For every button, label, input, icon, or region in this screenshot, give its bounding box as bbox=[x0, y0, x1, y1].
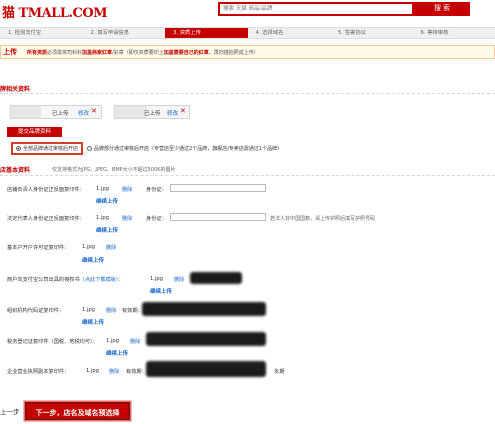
radio-icon[interactable] bbox=[16, 146, 21, 151]
field-label-business-license: 企业营业执照副本复印件： bbox=[7, 369, 70, 375]
delete-link[interactable]: 删除 bbox=[106, 244, 116, 251]
redacted-area bbox=[146, 332, 266, 346]
continue-upload-link[interactable]: 继续上传 bbox=[106, 349, 128, 357]
permanent-label: 永期 bbox=[274, 369, 285, 375]
upload-notice: 上传 所有资质必须需将司科科加盖商家红章/彩章（即仅资质要印上加盖需要自己的红章… bbox=[0, 45, 495, 59]
divider bbox=[0, 175, 495, 176]
step-3-active: 3. 资质上传 bbox=[165, 28, 248, 38]
brand-thumbnail bbox=[11, 106, 41, 118]
basic-section-title: 店基本资料 bbox=[0, 167, 31, 174]
manager-id-input[interactable] bbox=[170, 184, 266, 192]
file-name: 1.jpg bbox=[96, 186, 109, 192]
passport-hint: 若法人非中国国籍，请上传护照后填写护照号码 bbox=[270, 216, 376, 222]
step-1: 1. 检测支付宝 bbox=[8, 30, 42, 36]
brand-1-status: 已上传 bbox=[52, 111, 69, 117]
notice-title: 上传 bbox=[3, 48, 17, 56]
brand-2-edit-link[interactable]: 修改 bbox=[167, 109, 178, 117]
notice-text: 所有资质必须需将司科科加盖商家红章/彩章（即仅资质要印上加盖需要自己的红章，再扫… bbox=[27, 49, 259, 56]
delete-link[interactable]: 删除 bbox=[130, 338, 140, 345]
valid-period-label: 有效期： bbox=[122, 308, 143, 314]
step-6: 6. 等待审核 bbox=[420, 30, 449, 36]
add-brand-button[interactable]: 提交品牌资料 bbox=[7, 127, 62, 137]
id-label: 身份证： bbox=[146, 216, 167, 222]
continue-upload-link[interactable]: 继续上传 bbox=[82, 318, 104, 326]
option-all-brands[interactable]: 全部品牌通过审核后开店 bbox=[11, 142, 84, 155]
field-label-alipay-auth: 商户向支付宝公司出具的授权书（点此下载模板）： bbox=[7, 277, 124, 283]
delete-link[interactable]: 删除 bbox=[122, 186, 132, 193]
legal-rep-id-input[interactable] bbox=[170, 213, 266, 221]
field-label-manager-id: 店铺负责人身份证正反面复印件： bbox=[7, 187, 85, 193]
step-5: 5. 签署协议 bbox=[338, 30, 366, 36]
radio-icon[interactable] bbox=[87, 146, 93, 151]
delete-link[interactable]: 删除 bbox=[106, 307, 116, 314]
id-label: 身份证： bbox=[146, 187, 167, 193]
next-step-button[interactable]: 下一步，店名及域名预选择 bbox=[25, 402, 130, 420]
delete-link[interactable]: 删除 bbox=[174, 276, 184, 283]
download-template-link[interactable]: （点此下载模板） bbox=[80, 277, 119, 283]
file-name: 1.jpg bbox=[82, 244, 95, 250]
field-label-bank-permit: 基本户开户许可证复印件： bbox=[7, 245, 70, 251]
field-label-tax-cert: 税务登记证复印件（国税、地税均可）： bbox=[7, 339, 98, 345]
brand-1-edit-link[interactable]: 修改 bbox=[78, 109, 89, 117]
brand-1-close-icon[interactable]: ✕ bbox=[91, 108, 97, 115]
file-name: 1.jpg bbox=[82, 307, 95, 313]
continue-upload-link[interactable]: 继续上传 bbox=[82, 256, 104, 264]
divider bbox=[0, 93, 495, 94]
brand-thumbnail bbox=[115, 106, 147, 118]
field-label-org-code: 组织机构代码证复印件： bbox=[7, 308, 65, 314]
file-name: 1.jpg bbox=[150, 276, 163, 282]
redacted-area bbox=[146, 361, 266, 377]
prev-step-button[interactable]: 上一步 bbox=[0, 406, 20, 416]
brand-2-status: 已上传 bbox=[144, 111, 161, 117]
brand-section-title: 牌相关资料 bbox=[0, 86, 31, 93]
redacted-area bbox=[142, 302, 266, 316]
field-label-legal-rep-id: 法定代表人身份证正反面复印件： bbox=[7, 216, 85, 222]
header: 猫 TMALL.COM 搜 索 bbox=[0, 0, 495, 22]
progress-steps: 1. 检测支付宝 2. 填写申请信息 3. 资质上传 4. 选择域名 5. 签署… bbox=[0, 27, 495, 39]
search-box[interactable] bbox=[218, 2, 414, 16]
tmall-logo[interactable]: 猫 TMALL.COM bbox=[2, 2, 108, 21]
format-hint: 仅支持格式为JPG、JPEG、BMP大小不超过500K的图片 bbox=[52, 167, 176, 173]
brand-2-close-icon[interactable]: ✕ bbox=[180, 108, 186, 115]
open-store-options: 全部品牌通过审核后开店 品牌部分通过审核后开店（专营店至少通过2个品牌，旗舰店/… bbox=[11, 142, 282, 155]
file-name: 1.jpg bbox=[96, 215, 109, 221]
valid-period-label: 有效期： bbox=[126, 369, 147, 375]
continue-upload-link[interactable]: 继续上传 bbox=[150, 287, 172, 295]
delete-link[interactable]: 删除 bbox=[122, 215, 132, 222]
file-name: 1.jpg bbox=[86, 368, 99, 374]
step-2: 2. 填写申请信息 bbox=[90, 30, 130, 36]
redacted-area bbox=[190, 272, 242, 284]
search-input[interactable] bbox=[220, 4, 412, 14]
continue-upload-link[interactable]: 继续上传 bbox=[96, 226, 118, 234]
file-name: 1.jpg bbox=[106, 338, 119, 344]
step-4: 4. 选择域名 bbox=[255, 30, 284, 36]
search-button[interactable]: 搜 索 bbox=[414, 2, 470, 16]
option-partial-brands[interactable]: 品牌部分通过审核后开店（专营店至少通过2个品牌，旗舰店/专卖店需通过1个品牌） bbox=[94, 145, 282, 152]
delete-link[interactable]: 删除 bbox=[109, 368, 119, 375]
continue-upload-link[interactable]: 继续上传 bbox=[96, 197, 118, 205]
